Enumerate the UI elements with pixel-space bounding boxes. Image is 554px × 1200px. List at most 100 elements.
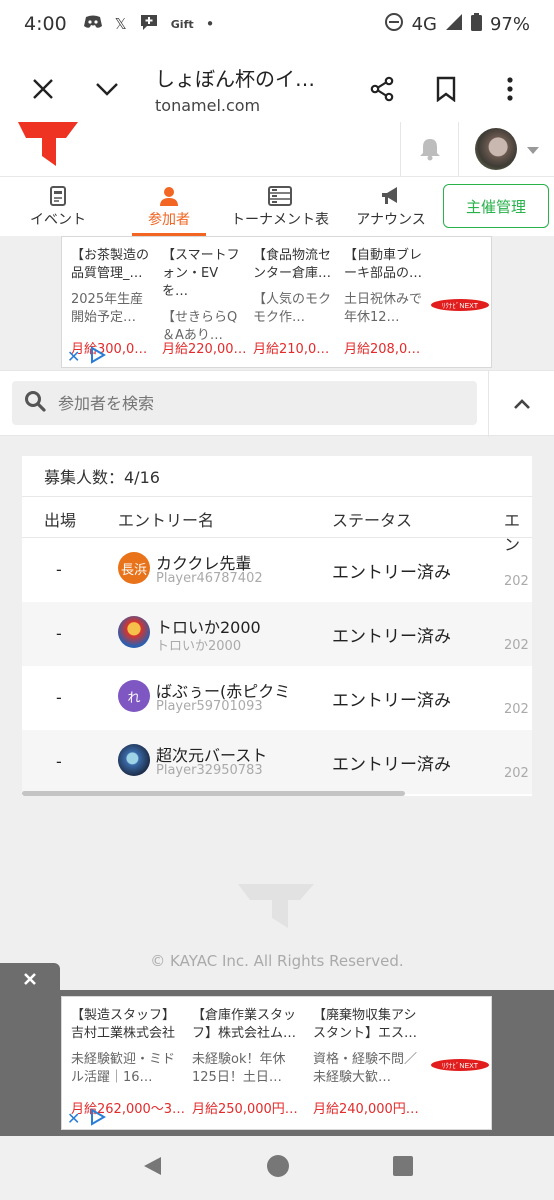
entry-status: エントリー済み <box>332 627 451 647</box>
avatar <box>118 744 150 776</box>
ad-body: 未経験ok！年休125日！土日… <box>192 1052 286 1085</box>
back-icon[interactable] <box>141 1155 163 1181</box>
account-menu[interactable] <box>458 122 554 176</box>
event-tabs: イベント 参加者 トーナメント表 アナウンス 主催管理 <box>0 176 554 236</box>
bookmark-icon[interactable] <box>422 65 470 113</box>
ad-close-icon[interactable]: ✕ <box>67 1109 80 1128</box>
dnd-icon <box>384 12 404 37</box>
ad-card[interactable]: 【廃棄物収集アシスタント】エス… 資格・経験不問／未経験大歓… 月給240,00… <box>313 1007 425 1117</box>
chevron-down-icon[interactable] <box>83 65 131 113</box>
table-row[interactable]: - れ ばぶぅー(赤ピクミ Player59701093 エントリー済み 202 <box>22 666 532 730</box>
ad-banner-top[interactable]: 【お茶製造の品質管理_… 2025年生産開始予定… 月給300,0… 【スマート… <box>61 236 492 368</box>
participant-search-row <box>0 370 554 437</box>
adchoices-icon[interactable] <box>90 346 106 368</box>
tab-participants[interactable]: 参加者 <box>134 183 204 229</box>
x-icon: 𝕏 <box>114 15 127 33</box>
network-label: 4G <box>411 13 437 35</box>
caret-down-icon <box>526 140 539 159</box>
entry-date: 202 <box>504 638 529 653</box>
status-bar: 4:00 𝕏 Gift • 4G 97% <box>0 0 554 48</box>
attend-value: - <box>56 688 62 707</box>
player-id: Player32950783 <box>156 763 263 778</box>
player-id: Player59701093 <box>156 699 263 714</box>
table-row[interactable]: - 超次元バースト Player32950783 エントリー済み 202 <box>22 730 532 794</box>
more-menu-icon[interactable] <box>486 65 534 113</box>
ad-card[interactable]: 【自動車ブレーキ部品の… 土日祝休みで年休12… 月給208,0… <box>344 247 426 357</box>
system-nav-bar <box>0 1136 554 1200</box>
ad-heading: 【食品物流センター倉庫… <box>253 248 332 281</box>
close-tab-button[interactable] <box>19 65 67 113</box>
entry-date: 202 <box>504 574 529 589</box>
table-row[interactable]: - 長浜 カククレ先輩 Player46787402 エントリー済み 202 <box>22 538 532 602</box>
player-id: Player46787402 <box>156 571 263 586</box>
ad-price: 月給300,0… <box>71 342 148 357</box>
ad-heading: 【スマートフォン・EVを… <box>162 248 240 299</box>
share-icon[interactable] <box>358 65 406 113</box>
entry-status: エントリー済み <box>332 691 451 711</box>
organizer-manage-button[interactable]: 主催管理 <box>443 184 549 228</box>
chevron-up-icon <box>513 395 531 414</box>
search-box[interactable] <box>12 381 477 425</box>
chat-plus-icon <box>139 13 159 35</box>
ad-close-icon[interactable]: ✕ <box>67 347 80 366</box>
ad-banner-bottom[interactable]: 【製造スタッフ】吉村工業株式会社 未経験歓迎・ミドル活躍｜16… 月給262,0… <box>61 996 492 1130</box>
tab-event[interactable]: イベント <box>30 183 86 229</box>
home-icon[interactable] <box>266 1154 290 1182</box>
attend-value: - <box>56 624 62 643</box>
ad-price: 月給240,000円… <box>313 1102 419 1117</box>
header-status: ステータス <box>332 511 413 530</box>
participants-table: 募集人数：4/16 出場 エントリー名 ステータス エン - 長浜 カククレ先輩… <box>22 456 532 796</box>
player-id: トロいか2000 <box>156 639 242 654</box>
gift-text: Gift <box>170 17 194 31</box>
copyright: © KAYAC Inc. All Rights Reserved. <box>150 952 404 970</box>
avatar <box>118 616 150 648</box>
ad-heading: 【お茶製造の品質管理_… <box>71 248 150 281</box>
page-url: tonamel.com <box>155 96 261 115</box>
bottom-ad-container: 【製造スタッフ】吉村工業株式会社 未経験歓迎・ミドル活躍｜16… 月給262,0… <box>0 990 554 1136</box>
ad-body: 2025年生産開始予定… <box>71 292 144 325</box>
page-info[interactable]: しょぼん杯のイ… tonamel.com <box>131 63 358 115</box>
signal-icon <box>445 13 463 36</box>
ad-heading: 【倉庫作業スタッフ】株式会社ム… <box>192 1008 297 1041</box>
tab-announce[interactable]: アナウンス <box>356 183 426 229</box>
site-header <box>0 122 554 176</box>
ad-price: 月給220,00… <box>162 342 247 357</box>
ad-card[interactable]: 【製造スタッフ】吉村工業株式会社 未経験歓迎・ミドル活躍｜16… 月給262,0… <box>71 1007 185 1117</box>
avatar: れ <box>118 680 150 712</box>
attend-value: - <box>56 560 62 579</box>
tab-label: アナウンス <box>356 212 426 228</box>
table-header: 出場 エントリー名 ステータス エン <box>22 496 532 554</box>
ad-price: 月給208,0… <box>344 342 421 357</box>
event-icon <box>30 183 86 209</box>
ad-body: 資格・経験不問／未経験大歓… <box>313 1052 418 1085</box>
ad-card[interactable]: 【食品物流センター倉庫… 【人気のモクモク作… 月給210,0… <box>253 247 335 357</box>
dot-icon: • <box>205 15 215 33</box>
status-time: 4:00 <box>24 13 67 35</box>
ad-card[interactable]: 【お茶製造の品質管理_… 2025年生産開始予定… 月給300,0… <box>71 247 153 357</box>
recents-icon[interactable] <box>392 1156 413 1180</box>
ad-body: 【せきららQ＆Aあり… <box>162 310 238 343</box>
tab-label: 参加者 <box>148 212 190 228</box>
ad-card[interactable]: 【倉庫作業スタッフ】株式会社ム… 未経験ok！年休125日！土日… 月給250,… <box>192 1007 304 1117</box>
tab-bracket[interactable]: トーナメント表 <box>230 183 330 229</box>
ad-heading: 【製造スタッフ】吉村工業株式会社 <box>71 1008 176 1041</box>
collapse-button[interactable] <box>488 371 554 437</box>
search-input[interactable] <box>58 393 438 413</box>
bracket-icon <box>230 183 330 209</box>
ad-heading: 【廃棄物収集アシスタント】エス… <box>313 1008 418 1041</box>
attend-value: - <box>56 752 62 771</box>
table-row[interactable]: - トロいか2000 トロいか2000 エントリー済み 202 <box>22 602 532 666</box>
horizontal-scrollbar[interactable] <box>22 791 405 796</box>
discord-icon <box>83 14 103 34</box>
ad-card[interactable]: 【スマートフォン・EVを… 【せきららQ＆Aあり… 月給220,00… <box>162 247 247 357</box>
ad-brand-logo-text: ﾘｸﾅﾋﾞNEXT <box>442 1062 479 1070</box>
header-attend: 出場 <box>44 511 77 530</box>
tonamel-logo[interactable] <box>18 122 78 166</box>
ad-heading: 【自動車ブレーキ部品の… <box>344 248 423 281</box>
adchoices-icon[interactable] <box>90 1108 106 1130</box>
ad-brand-logo: ﾘｸﾅﾋﾞNEXT <box>430 297 490 311</box>
recruit-count: 募集人数：4/16 <box>44 468 160 487</box>
bell-icon[interactable] <box>400 122 458 176</box>
person-icon <box>134 183 204 209</box>
avatar <box>474 128 517 170</box>
